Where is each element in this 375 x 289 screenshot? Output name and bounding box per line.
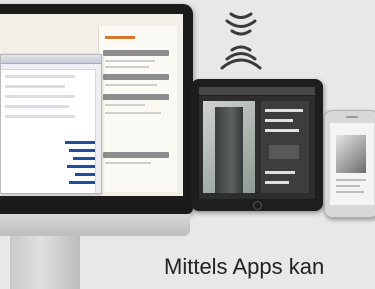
settings-panel [98, 26, 177, 192]
wifi-signal-icon [220, 12, 262, 70]
smartphone-device [324, 110, 375, 218]
product-illustration: Mittels Apps kan [0, 0, 375, 289]
desktop-screen [0, 14, 183, 196]
tablet-screen [199, 87, 315, 199]
app-window [0, 54, 102, 194]
tablet-device [191, 79, 323, 211]
door-camera-image [336, 135, 366, 173]
phone-screen [330, 123, 374, 205]
tablet-home-button [253, 201, 262, 210]
caption-text: Mittels Apps kan [164, 254, 325, 279]
desktop-monitor [0, 4, 193, 214]
monitor-chin [0, 214, 190, 236]
unlock-button-graphic [269, 145, 299, 159]
monitor-stand [10, 236, 80, 289]
